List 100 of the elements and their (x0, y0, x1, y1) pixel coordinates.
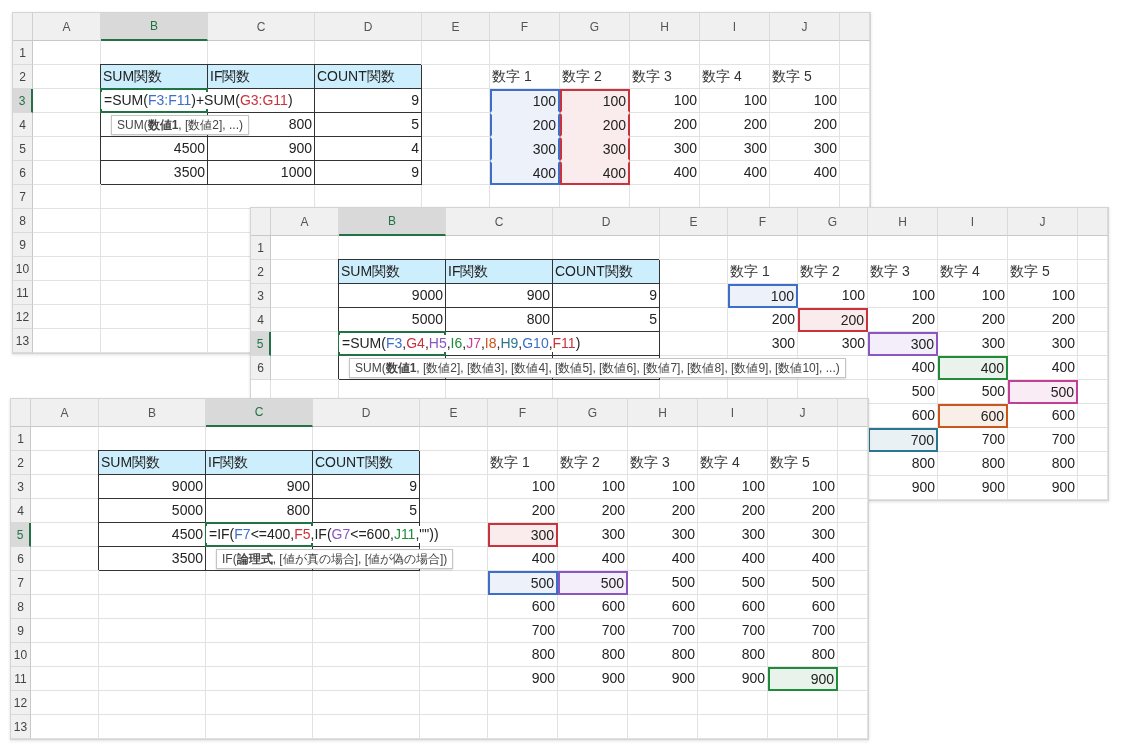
row-header[interactable]: 10 (13, 257, 33, 281)
table-cell: 700 (868, 428, 938, 452)
column-header[interactable]: A (33, 13, 101, 41)
table-cell: 800 (446, 308, 553, 332)
table-cell: IF関数 (446, 260, 553, 284)
table-cell-text: 数字 1 (491, 67, 533, 86)
table-cell-text: 500 (740, 573, 766, 592)
column-header[interactable] (840, 13, 870, 41)
row-header[interactable]: 7 (13, 185, 33, 209)
column-header[interactable]: C (206, 399, 313, 427)
row-header[interactable]: 6 (11, 547, 31, 571)
row-header[interactable]: 12 (11, 691, 31, 715)
table-cell-text: 100 (810, 477, 836, 496)
row-header[interactable]: 13 (11, 715, 31, 739)
column-header[interactable]: D (313, 399, 420, 427)
column-header[interactable]: F (488, 399, 558, 427)
column-header[interactable]: D (553, 208, 660, 236)
row-header[interactable]: 1 (13, 41, 33, 65)
column-header[interactable]: C (208, 13, 315, 41)
table-cell-text: 300 (980, 334, 1006, 353)
column-header[interactable]: H (628, 399, 698, 427)
row-header[interactable]: 5 (11, 523, 31, 547)
column-header[interactable]: G (558, 399, 628, 427)
table-cell-text: 300 (1050, 334, 1076, 353)
table-cell-text: 400 (672, 163, 698, 182)
row-header[interactable]: 11 (11, 667, 31, 691)
table-cell-text: 100 (740, 477, 766, 496)
row-header[interactable]: 3 (11, 475, 31, 499)
select-all-button[interactable] (11, 399, 31, 427)
row-header[interactable]: 2 (11, 451, 31, 475)
row-header[interactable]: 9 (13, 233, 33, 257)
table-cell: 5 (553, 308, 660, 332)
table-cell-text: 600 (810, 597, 836, 616)
function-tooltip: SUM(数値1, [数値2], [数値3], [数値4], [数値5], [数値6], [数値7], [数値8], [数値9], [数値10], ...) (349, 358, 846, 378)
row-header[interactable]: 4 (11, 499, 31, 523)
row-header[interactable]: 5 (251, 332, 271, 356)
column-header[interactable]: F (728, 208, 798, 236)
table-cell-text: 700 (670, 621, 696, 640)
table-cell-text: 400 (600, 549, 626, 568)
row-header[interactable]: 6 (251, 356, 271, 380)
column-header[interactable]: A (31, 399, 99, 427)
column-header[interactable] (838, 399, 868, 427)
row-header[interactable]: 1 (251, 236, 271, 260)
column-header[interactable]: E (660, 208, 728, 236)
row-header[interactable]: 9 (11, 619, 31, 643)
row-header[interactable]: 13 (13, 329, 33, 353)
table-cell: IF関数 (206, 451, 313, 475)
table-cell-text: 100 (530, 477, 556, 496)
column-header[interactable]: A (271, 208, 339, 236)
table-cell-text: 800 (1050, 454, 1076, 473)
table-cell-text: 800 (980, 454, 1006, 473)
column-header[interactable]: I (698, 399, 768, 427)
table-cell-text: 500 (810, 573, 836, 592)
row-header[interactable]: 12 (13, 305, 33, 329)
row-header[interactable]: 7 (11, 571, 31, 595)
column-header[interactable]: E (420, 399, 488, 427)
column-header[interactable]: H (630, 13, 700, 41)
row-header[interactable]: 4 (13, 113, 33, 137)
table-cell: 400 (560, 161, 630, 185)
row-header[interactable]: 2 (251, 260, 271, 284)
select-all-button[interactable] (251, 208, 271, 236)
column-header[interactable]: B (99, 399, 206, 427)
column-header[interactable]: B (339, 208, 446, 236)
row-header[interactable]: 1 (11, 427, 31, 451)
column-header[interactable]: I (700, 13, 770, 41)
column-header[interactable]: J (768, 399, 838, 427)
column-header[interactable]: D (315, 13, 422, 41)
column-header[interactable]: G (798, 208, 868, 236)
row-header[interactable]: 4 (251, 308, 271, 332)
table-cell-text: 数字 5 (1009, 262, 1051, 281)
table-cell-text: 600 (600, 597, 626, 616)
row-header[interactable]: 3 (13, 89, 33, 113)
column-header[interactable]: G (560, 13, 630, 41)
table-cell: 300 (560, 137, 630, 161)
row-header[interactable]: 8 (11, 595, 31, 619)
table-cell-text: 900 (600, 669, 626, 688)
column-header[interactable]: J (1008, 208, 1078, 236)
row-header[interactable]: 11 (13, 281, 33, 305)
row-header[interactable]: 5 (13, 137, 33, 161)
table-cell: 500 (488, 571, 558, 595)
column-header[interactable]: H (868, 208, 938, 236)
row-header[interactable]: 6 (13, 161, 33, 185)
row-header[interactable]: 2 (13, 65, 33, 89)
column-header[interactable]: B (101, 13, 208, 41)
column-header[interactable]: F (490, 13, 560, 41)
row-header[interactable]: 3 (251, 284, 271, 308)
column-header[interactable]: I (938, 208, 1008, 236)
table-cell: 400 (938, 356, 1008, 380)
table-cell-text: 900 (740, 669, 766, 688)
column-header[interactable]: C (446, 208, 553, 236)
select-all-button[interactable] (13, 13, 33, 41)
column-header[interactable]: J (770, 13, 840, 41)
row-header[interactable]: 10 (11, 643, 31, 667)
column-header[interactable] (1078, 208, 1108, 236)
table-cell: 800 (206, 499, 313, 523)
row-header[interactable]: 8 (13, 209, 33, 233)
table-cell: 3500 (99, 547, 206, 571)
table-cell: 100 (728, 284, 798, 308)
column-header[interactable]: E (422, 13, 490, 41)
table-cell-text: 数字 4 (701, 67, 743, 86)
